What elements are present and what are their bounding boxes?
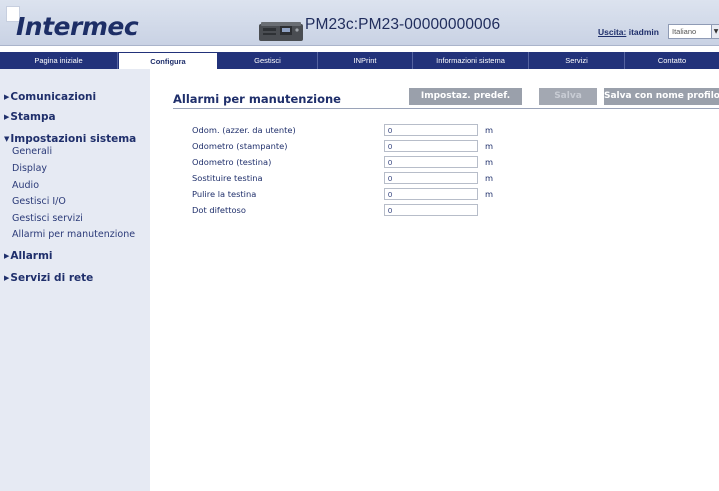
row-unit: m — [485, 189, 494, 199]
device-title: PM23c:PM23-00000000006 — [305, 16, 501, 33]
row-label-odometer-printer: Odometro (stampante) — [192, 141, 288, 151]
tab-services[interactable]: Servizi — [529, 52, 625, 69]
title-divider — [173, 108, 719, 109]
language-dropdown-arrow-icon[interactable]: ▼ — [711, 24, 719, 39]
sidebar-item-audio[interactable]: Audio — [12, 180, 39, 191]
odometer-printhead-input[interactable]: 0 — [384, 156, 478, 168]
defaults-button[interactable]: Impostaz. predef. — [409, 88, 522, 105]
page-title: Allarmi per manutenzione — [173, 92, 341, 106]
sidebar-section-communications[interactable]: ▶Comunicazioni — [4, 91, 96, 103]
language-select[interactable]: Italiano — [668, 24, 712, 39]
sidebar-section-label: Allarmi — [10, 250, 53, 262]
logout-area: Uscita: itadmin — [598, 27, 659, 37]
row-unit: m — [485, 173, 494, 183]
sidebar-section-label: Stampa — [10, 111, 56, 123]
printer-icon — [259, 22, 303, 41]
sidebar-item-manage-services[interactable]: Gestisci servizi — [12, 213, 83, 224]
row-label-odometer-user: Odom. (azzer. da utente) — [192, 125, 296, 135]
tab-home[interactable]: Pagina iniziale — [0, 52, 118, 69]
main-nav: Pagina iniziale Configura Gestisci INPri… — [0, 52, 719, 70]
sidebar-item-general[interactable]: Generali — [12, 146, 52, 157]
faulty-dot-input[interactable]: 0 — [384, 204, 478, 216]
clean-printhead-input[interactable]: 0 — [384, 188, 478, 200]
intermec-logo: Intermec — [16, 12, 139, 41]
sidebar-item-manage-io[interactable]: Gestisci I/O — [12, 196, 66, 207]
odometer-user-input[interactable]: 0 — [384, 124, 478, 136]
main-content: Allarmi per manutenzione Impostaz. prede… — [150, 69, 719, 491]
tab-manage[interactable]: Gestisci — [218, 52, 318, 69]
expand-arrow-icon: ▶ — [4, 113, 10, 121]
row-label-faulty-dot: Dot difettoso — [192, 205, 246, 215]
odometer-printer-input[interactable]: 0 — [384, 140, 478, 152]
row-label-clean-printhead: Pulire la testina — [192, 189, 257, 199]
expand-arrow-icon: ▶ — [4, 93, 10, 101]
username-label: itadmin — [628, 27, 659, 37]
sidebar-item-display[interactable]: Display — [12, 163, 47, 174]
sidebar: ▶Comunicazioni ▶Stampa ▼Impostazioni sis… — [0, 69, 150, 491]
sidebar-section-alarms[interactable]: ▶Allarmi — [4, 250, 53, 262]
row-unit: m — [485, 141, 494, 151]
save-button[interactable]: Salva — [539, 88, 597, 105]
sidebar-section-label: Comunicazioni — [10, 91, 97, 103]
replace-printhead-input[interactable]: 0 — [384, 172, 478, 184]
row-label-odometer-printhead: Odometro (testina) — [192, 157, 272, 167]
tab-inprint[interactable]: INPrint — [318, 52, 413, 69]
sidebar-section-print[interactable]: ▶Stampa — [4, 111, 56, 123]
row-unit: m — [485, 157, 494, 167]
sidebar-item-maintenance-alarms[interactable]: Allarmi per manutenzione — [12, 229, 135, 240]
tab-configure[interactable]: Configura — [118, 52, 218, 70]
sidebar-section-label: Servizi di rete — [10, 272, 94, 284]
collapse-arrow-icon: ▼ — [4, 135, 10, 143]
tab-contact[interactable]: Contatto — [625, 52, 719, 69]
row-unit: m — [485, 125, 494, 135]
sidebar-section-network-services[interactable]: ▶Servizi di rete — [4, 272, 93, 284]
row-label-replace-printhead: Sostituire testina — [192, 173, 263, 183]
sidebar-section-system-settings[interactable]: ▼Impostazioni sistema — [4, 133, 136, 145]
expand-arrow-icon: ▶ — [4, 274, 10, 282]
logout-link[interactable]: Uscita: — [598, 27, 626, 37]
sidebar-section-label: Impostazioni sistema — [10, 133, 137, 145]
tab-system-info[interactable]: Informazioni sistema — [413, 52, 529, 69]
save-as-profile-button[interactable]: Salva con nome profilo — [604, 88, 719, 105]
expand-arrow-icon: ▶ — [4, 252, 10, 260]
header: Intermec PM23c:PM23-00000000006 Uscita: … — [0, 0, 719, 46]
